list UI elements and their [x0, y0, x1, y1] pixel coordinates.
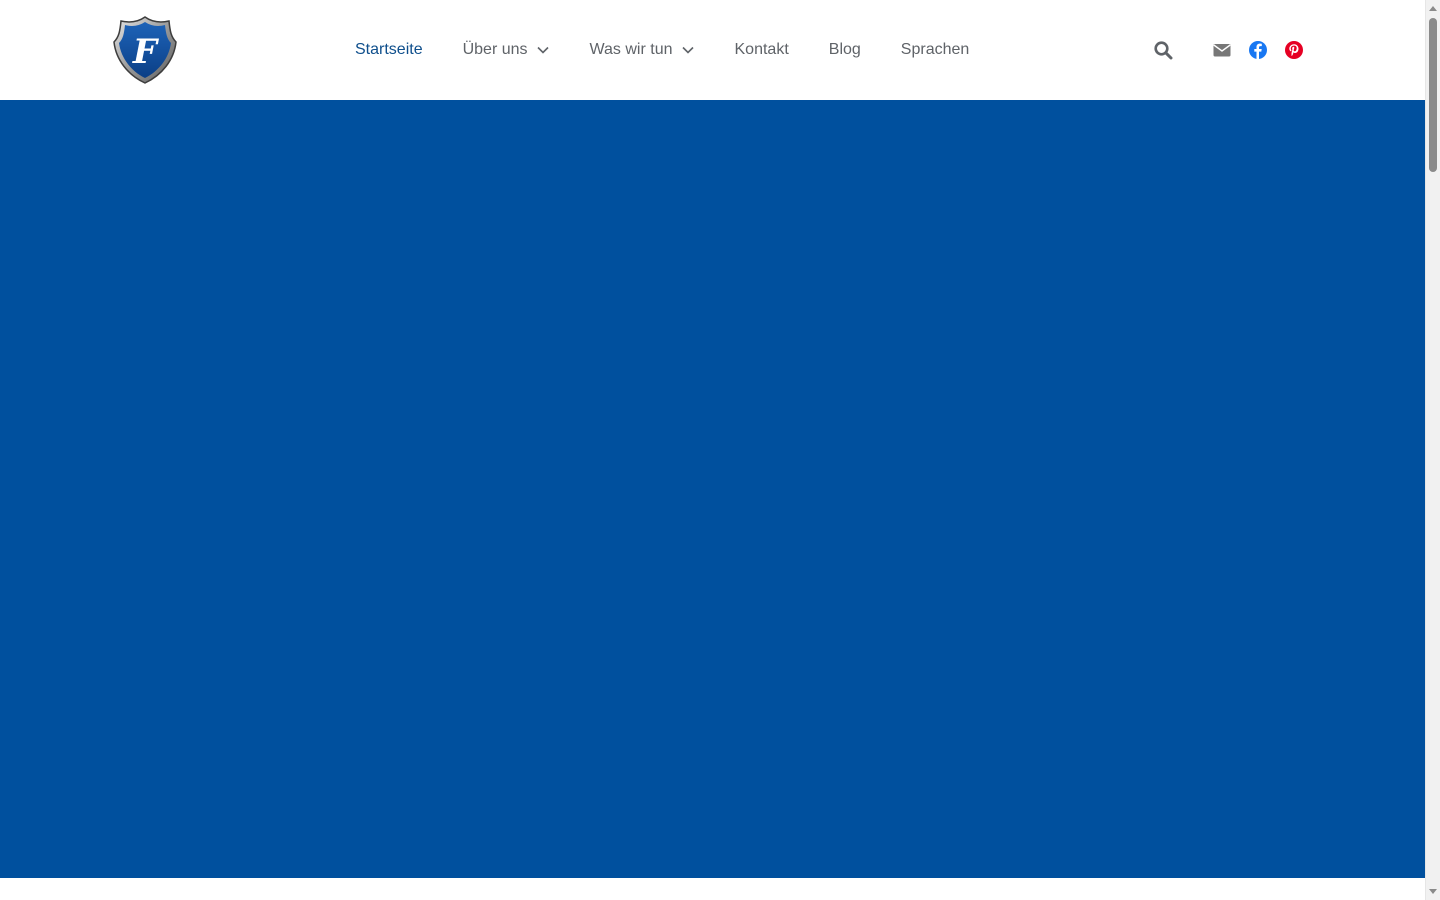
pinterest-icon[interactable]: [1284, 40, 1304, 60]
nav-item-label: Was wir tun: [589, 41, 673, 58]
nav-item-label: Blog: [828, 41, 861, 58]
content-strip: [0, 878, 1425, 900]
page: F Startseite Über uns Was wir tun Kontak…: [0, 0, 1425, 900]
site-logo[interactable]: F: [112, 15, 178, 85]
facebook-icon[interactable]: [1248, 40, 1268, 60]
scroll-up-arrow-icon[interactable]: [1429, 6, 1437, 11]
scrollbar-thumb[interactable]: [1429, 18, 1437, 172]
site-header: F Startseite Über uns Was wir tun Kontak…: [0, 0, 1425, 100]
nav-item-sprachen[interactable]: Sprachen: [901, 41, 970, 59]
search-icon[interactable]: [1153, 40, 1173, 60]
nav-item-ueber-uns[interactable]: Über uns: [463, 41, 550, 59]
chevron-down-icon: [536, 46, 549, 54]
nav-item-was-wir-tun[interactable]: Was wir tun: [590, 41, 695, 59]
nav-item-startseite[interactable]: Startseite: [355, 41, 423, 59]
scroll-down-arrow-icon[interactable]: [1429, 889, 1437, 894]
nav-item-label: Kontakt: [734, 41, 789, 58]
nav-item-kontakt[interactable]: Kontakt: [735, 41, 789, 59]
shield-logo-icon: F: [113, 16, 177, 84]
email-icon[interactable]: [1212, 40, 1232, 60]
page-scrollbar[interactable]: [1425, 0, 1440, 900]
main-nav: Startseite Über uns Was wir tun Kontakt …: [355, 0, 1009, 100]
nav-item-blog[interactable]: Blog: [829, 41, 861, 59]
nav-item-label: Über uns: [462, 41, 528, 58]
logo-letter: F: [132, 32, 160, 72]
nav-item-label: Sprachen: [900, 41, 970, 58]
hero-section: [0, 100, 1425, 878]
nav-item-label: Startseite: [355, 41, 423, 58]
chevron-down-icon: [681, 46, 694, 54]
